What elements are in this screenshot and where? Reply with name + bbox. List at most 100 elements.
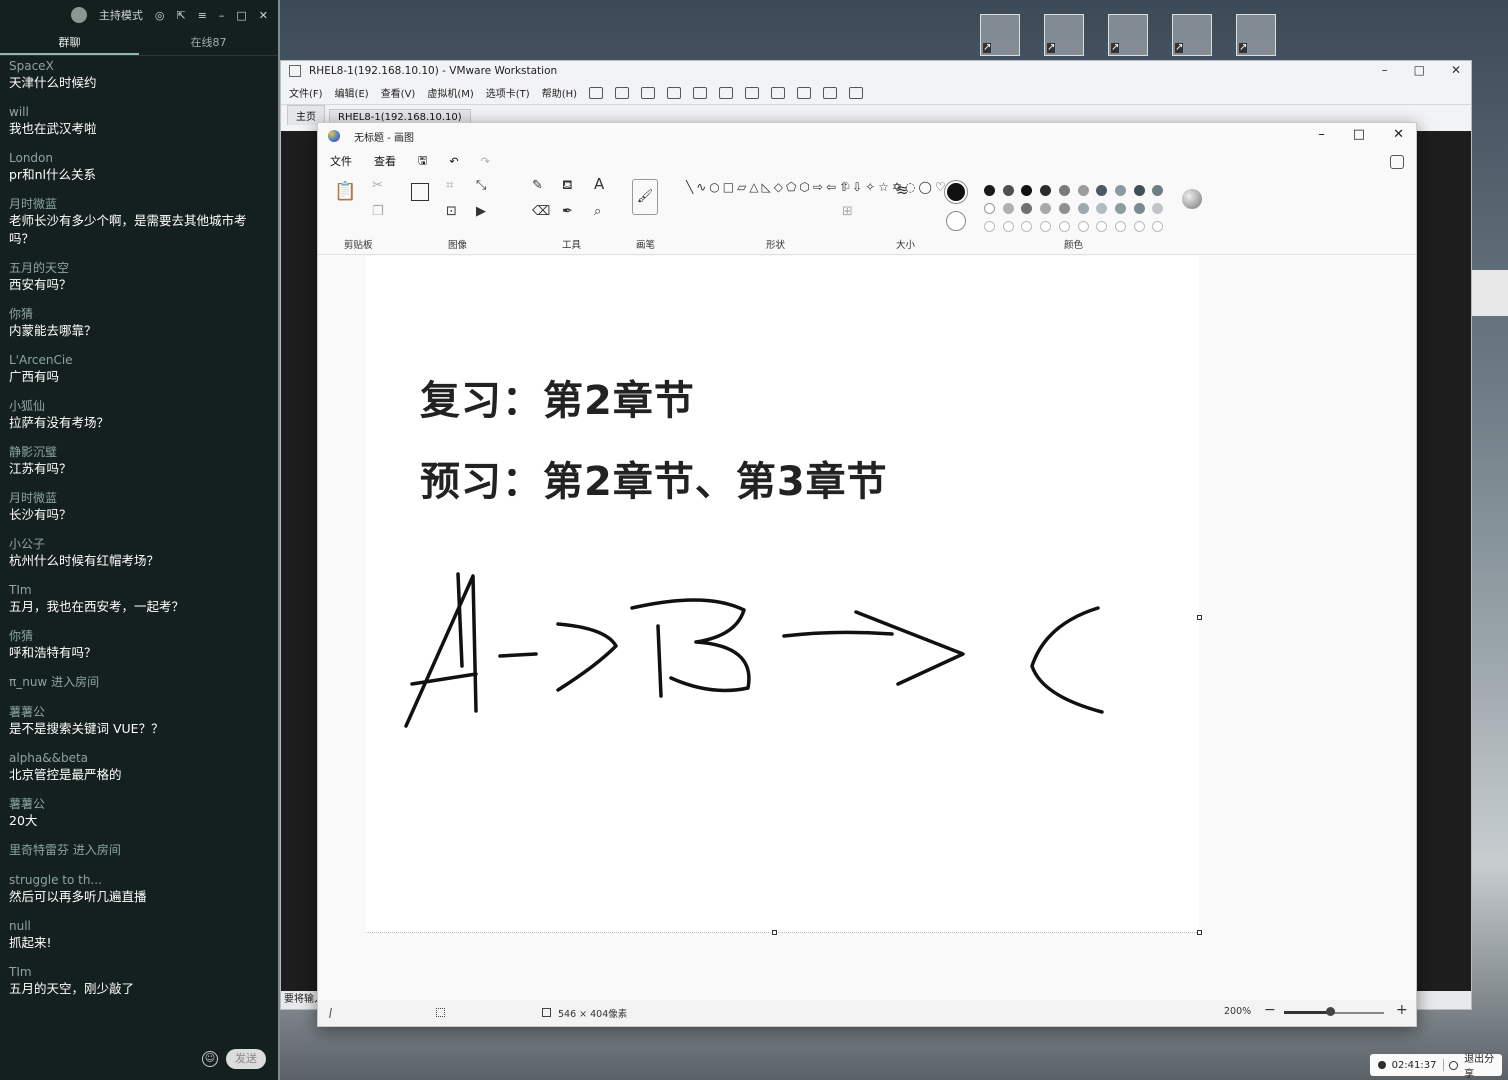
custom-color-slot[interactable] bbox=[1040, 221, 1052, 232]
zoom-out-button[interactable]: − bbox=[1264, 1002, 1276, 1018]
maximize-icon[interactable]: □ bbox=[1353, 127, 1365, 142]
settings-icon[interactable]: ◎ bbox=[155, 9, 165, 22]
vmware-menu-item[interactable]: 查看(V) bbox=[381, 85, 416, 100]
color-swatch[interactable] bbox=[1114, 203, 1126, 214]
zoom-in-button[interactable]: + bbox=[1396, 1002, 1408, 1018]
color-swatch[interactable] bbox=[1040, 203, 1052, 214]
library-icon[interactable] bbox=[719, 86, 734, 99]
color-swatch[interactable] bbox=[1002, 185, 1014, 196]
color-swatch[interactable] bbox=[1021, 203, 1033, 214]
color-swatch[interactable] bbox=[1096, 203, 1108, 214]
color-swatch[interactable] bbox=[984, 203, 995, 214]
pencil-icon[interactable]: ✎ bbox=[532, 179, 543, 193]
chat-username[interactable]: 薯薯公 bbox=[9, 796, 269, 812]
custom-color-slot[interactable] bbox=[984, 221, 995, 232]
minimize-icon[interactable]: – bbox=[1382, 63, 1388, 77]
redo-icon[interactable]: ↷ bbox=[481, 155, 490, 168]
stretch-icon[interactable] bbox=[849, 86, 864, 99]
select-icon[interactable] bbox=[411, 183, 429, 201]
vmware-menu-item[interactable]: 帮助(H) bbox=[542, 85, 577, 100]
magnifier-icon[interactable]: ⌕ bbox=[594, 205, 601, 219]
pause-icon[interactable] bbox=[589, 86, 604, 99]
close-icon[interactable]: ✕ bbox=[1393, 127, 1404, 142]
snapshot-icon[interactable] bbox=[641, 86, 656, 99]
custom-color-slot[interactable] bbox=[1096, 221, 1108, 232]
send-keys-icon[interactable] bbox=[615, 86, 630, 99]
eraser-icon[interactable]: ⌫ bbox=[532, 205, 550, 219]
unity-icon[interactable] bbox=[797, 86, 812, 99]
exit-share-button[interactable]: 退出分享 bbox=[1464, 1050, 1502, 1080]
vmware-menu-item[interactable]: 编辑(E) bbox=[335, 85, 369, 100]
color-swatch[interactable] bbox=[1096, 185, 1108, 196]
custom-color-slot[interactable] bbox=[1002, 221, 1014, 232]
chat-username[interactable]: 薯薯公 bbox=[9, 704, 269, 720]
fill-icon[interactable]: ⛾ bbox=[562, 179, 573, 193]
send-button[interactable]: 发送 bbox=[226, 1049, 266, 1069]
host-mode-label[interactable]: 主持模式 bbox=[99, 7, 143, 23]
settings-icon[interactable] bbox=[1390, 155, 1404, 169]
chat-username[interactable]: 月时微蓝 bbox=[9, 196, 269, 212]
canvas-resize-handle[interactable] bbox=[1197, 615, 1202, 620]
custom-color-slot[interactable] bbox=[1058, 221, 1070, 232]
color-swatch[interactable] bbox=[1077, 203, 1089, 214]
chat-username[interactable]: will bbox=[9, 104, 269, 120]
edit-colors-icon[interactable] bbox=[1182, 189, 1202, 209]
minimize-icon[interactable]: – bbox=[219, 9, 225, 22]
chat-username[interactable]: 静影沉璧 bbox=[9, 444, 269, 460]
menu-view[interactable]: 查看 bbox=[374, 153, 396, 169]
desktop-shortcut-icon[interactable] bbox=[1236, 14, 1276, 56]
custom-color-slot[interactable] bbox=[1021, 221, 1033, 232]
size-icon[interactable]: ≋ bbox=[896, 183, 909, 198]
desktop-shortcut-icon[interactable] bbox=[980, 14, 1020, 56]
chat-username[interactable]: London bbox=[9, 150, 269, 166]
fill-shape-icon[interactable]: ⊞ bbox=[842, 205, 853, 219]
desktop-shortcut-icon[interactable] bbox=[1172, 14, 1212, 56]
resize-image-icon[interactable]: ⊡ bbox=[446, 205, 457, 219]
canvas-resize-handle[interactable] bbox=[772, 930, 777, 935]
canvas-resize-handle[interactable] bbox=[1197, 930, 1202, 935]
color-swatch[interactable] bbox=[1152, 203, 1164, 214]
color-swatch[interactable] bbox=[1058, 203, 1070, 214]
maximize-icon[interactable]: □ bbox=[236, 9, 246, 22]
color-picker-icon[interactable]: ✒ bbox=[562, 205, 573, 219]
secondary-color-swatch[interactable] bbox=[946, 211, 966, 231]
chat-username[interactable]: SpaceX bbox=[9, 58, 269, 74]
chat-username[interactable]: 五月的天空 bbox=[9, 260, 269, 276]
chat-username[interactable]: TIm bbox=[9, 582, 269, 598]
vmware-menu-item[interactable]: 虚拟机(M) bbox=[427, 85, 473, 100]
chat-username[interactable]: L'ArcenCie bbox=[9, 352, 269, 368]
primary-color-swatch[interactable] bbox=[945, 181, 967, 203]
color-swatch[interactable] bbox=[1152, 185, 1164, 196]
color-swatch[interactable] bbox=[1133, 203, 1145, 214]
copy-icon[interactable]: ❐ bbox=[372, 205, 384, 219]
desktop-shortcut-icon[interactable] bbox=[1108, 14, 1148, 56]
chat-username[interactable]: struggle to th... bbox=[9, 872, 269, 888]
cut-icon[interactable]: ✂ bbox=[372, 179, 383, 193]
drawing-canvas[interactable]: 复习：第2章节 预习：第2章节、第3章节 bbox=[366, 256, 1202, 932]
custom-color-slot[interactable] bbox=[1133, 221, 1145, 232]
custom-color-slot[interactable] bbox=[1077, 221, 1089, 232]
color-swatch[interactable] bbox=[1021, 185, 1033, 196]
shapes-gallery[interactable]: ╲∿○□▱△◺◇⬠⬡⇨⇦⇧⇩✧☆✡◌◯♡⌕ bbox=[686, 179, 955, 196]
menu-file[interactable]: 文件 bbox=[330, 153, 352, 169]
desktop-file-icon[interactable] bbox=[1472, 270, 1508, 316]
emoji-icon[interactable]: ☺ bbox=[202, 1051, 218, 1067]
custom-color-slot[interactable] bbox=[1114, 221, 1126, 232]
vmware-menu-item[interactable]: 选项卡(T) bbox=[486, 85, 530, 100]
color-swatch[interactable] bbox=[984, 185, 995, 196]
color-swatch[interactable] bbox=[1133, 185, 1145, 196]
console-icon[interactable] bbox=[823, 86, 838, 99]
undo-icon[interactable]: ↶ bbox=[449, 155, 458, 168]
color-swatch[interactable] bbox=[1114, 185, 1126, 196]
desktop-shortcut-icon[interactable] bbox=[1044, 14, 1084, 56]
rotate-icon[interactable]: ▶ bbox=[476, 205, 486, 219]
custom-color-slot[interactable] bbox=[1152, 221, 1164, 232]
brush-icon[interactable]: 🖌 bbox=[632, 179, 658, 215]
chat-username[interactable]: 小狐仙 bbox=[9, 398, 269, 414]
chat-username[interactable]: TIm bbox=[9, 964, 269, 980]
fullscreen-icon[interactable] bbox=[771, 86, 786, 99]
minimize-icon[interactable]: – bbox=[1318, 127, 1325, 142]
chat-username[interactable]: 你猜 bbox=[9, 306, 269, 322]
outline-icon[interactable]: ⌂ bbox=[842, 179, 850, 193]
vmware-menu-item[interactable]: 文件(F) bbox=[289, 85, 323, 100]
